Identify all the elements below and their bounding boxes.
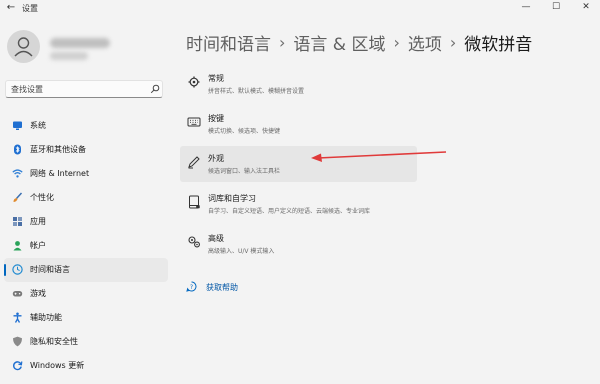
search-box[interactable] (5, 80, 163, 98)
settings-list: 常规拼音样式、默认模式、模糊拼音设置 按键模式切换、候选项、快捷键 外观候选词窗口、… (180, 66, 420, 266)
user-email-blurred (50, 52, 88, 60)
active-indicator (4, 264, 6, 276)
apps-icon (13, 217, 22, 226)
back-button[interactable]: ← (5, 2, 17, 14)
card-description: 自学习、自定义短语、用户定义的短语、云端候选、专业词库 (208, 208, 371, 215)
card-title: 常规 (208, 74, 224, 83)
sidebar-item-label: 蓝牙和其他设备 (30, 145, 86, 154)
wifi-icon (12, 169, 23, 178)
sidebar-item-label: 个性化 (30, 193, 54, 202)
sidebar-item-monitor[interactable]: 系统 (4, 114, 168, 138)
pen-icon (188, 156, 200, 169)
title-bar: ← 设置 — ☐ ✕ (0, 0, 600, 18)
sidebar-item-person[interactable]: 帐户 (4, 234, 168, 258)
shield-icon (13, 336, 22, 347)
card-title: 外观 (208, 154, 224, 163)
card-description: 候选词窗口、输入法工具栏 (208, 168, 281, 175)
card-description: 高级输入、U/V 模式输入 (208, 248, 275, 255)
search-input[interactable] (11, 83, 146, 95)
brush-icon (13, 192, 23, 202)
sidebar-item-accessibility[interactable]: 辅助功能 (4, 306, 168, 330)
gears-icon (188, 236, 200, 248)
sidebar-item-wifi[interactable]: 网络 & Internet (4, 162, 168, 186)
settings-card-gears[interactable]: 高级高级输入、U/V 模式输入 (180, 226, 417, 262)
card-title: 词库和自学习 (208, 194, 256, 203)
sidebar-item-shield[interactable]: 隐私和安全性 (4, 330, 168, 354)
sidebar-item-label: 网络 & Internet (30, 169, 90, 178)
person-icon (14, 37, 33, 57)
sidebar-item-gamepad[interactable]: 游戏 (4, 282, 168, 306)
user-name-blurred (50, 38, 110, 48)
card-description: 拼音样式、默认模式、模糊拼音设置 (208, 88, 305, 95)
get-help-label: 获取帮助 (206, 283, 238, 292)
sidebar-item-globe-clock[interactable]: 时间和语言 (4, 258, 168, 282)
gear-icon (188, 76, 200, 88)
sidebar-item-bluetooth[interactable]: 蓝牙和其他设备 (4, 138, 168, 162)
accessibility-icon (13, 312, 22, 323)
breadcrumb: 时间和语言 › 语言 & 区域 › 选项 › 微软拼音 (186, 30, 532, 56)
monitor-icon (13, 121, 22, 130)
card-title: 高级 (208, 234, 224, 243)
sidebar-item-label: 系统 (30, 121, 46, 130)
minimize-button[interactable]: — (512, 0, 540, 14)
svg-text:?: ? (190, 284, 193, 291)
sidebar-item-label: 应用 (30, 217, 46, 226)
sidebar-item-apps[interactable]: 应用 (4, 210, 168, 234)
breadcrumb-item-time-language[interactable]: 时间和语言 (186, 30, 271, 55)
settings-card-dictionary[interactable]: 词库和自学习自学习、自定义短语、用户定义的短语、云端候选、专业词库 (180, 186, 417, 222)
sidebar-item-update[interactable]: Windows 更新 (4, 354, 168, 378)
sidebar-item-brush[interactable]: 个性化 (4, 186, 168, 210)
bluetooth-icon (14, 144, 21, 155)
sidebar-item-label: 帐户 (30, 241, 46, 250)
sidebar: 系统蓝牙和其他设备网络 & Internet 个性化应用帐户时间和语言游戏辅助功能… (0, 18, 172, 384)
settings-card-gear[interactable]: 常规拼音样式、默认模式、模糊拼音设置 (180, 66, 417, 102)
close-button[interactable]: ✕ (572, 0, 600, 14)
sidebar-nav: 系统蓝牙和其他设备 网络 & Internet 个性化应用帐户时间和语言游戏辅助功能… (0, 114, 172, 378)
avatar[interactable] (7, 30, 40, 63)
sidebar-item-label: 时间和语言 (30, 265, 70, 274)
page-title: 微软拼音 (464, 35, 533, 55)
maximize-button[interactable]: ☐ (542, 0, 570, 14)
app-title: 设置 (22, 4, 38, 13)
settings-card-keyboard[interactable]: 按键模式切换、候选项、快捷键 (180, 106, 417, 142)
card-title: 按键 (208, 114, 224, 123)
settings-card-pen[interactable]: 外观候选词窗口、输入法工具栏 (180, 146, 417, 182)
card-description: 模式切换、候选项、快捷键 (208, 128, 281, 135)
gamepad-icon (12, 291, 23, 297)
sidebar-item-label: 辅助功能 (30, 313, 62, 322)
breadcrumb-separator: › (279, 33, 286, 52)
globe-clock-icon (12, 264, 23, 275)
person-icon (13, 241, 22, 251)
search-icon[interactable] (150, 84, 160, 94)
update-icon (13, 361, 23, 371)
breadcrumb-separator: › (393, 33, 400, 52)
breadcrumb-item-options[interactable]: 选项 (408, 30, 442, 55)
breadcrumb-item-language-region[interactable]: 语言 & 区域 (293, 30, 385, 55)
help-icon: ? (186, 281, 197, 292)
dictionary-icon (189, 195, 200, 209)
breadcrumb-separator: › (449, 33, 457, 52)
sidebar-item-label: Windows 更新 (30, 361, 85, 370)
keyboard-icon (187, 117, 201, 127)
sidebar-item-label: 隐私和安全性 (30, 337, 78, 346)
sidebar-item-label: 游戏 (30, 289, 46, 298)
